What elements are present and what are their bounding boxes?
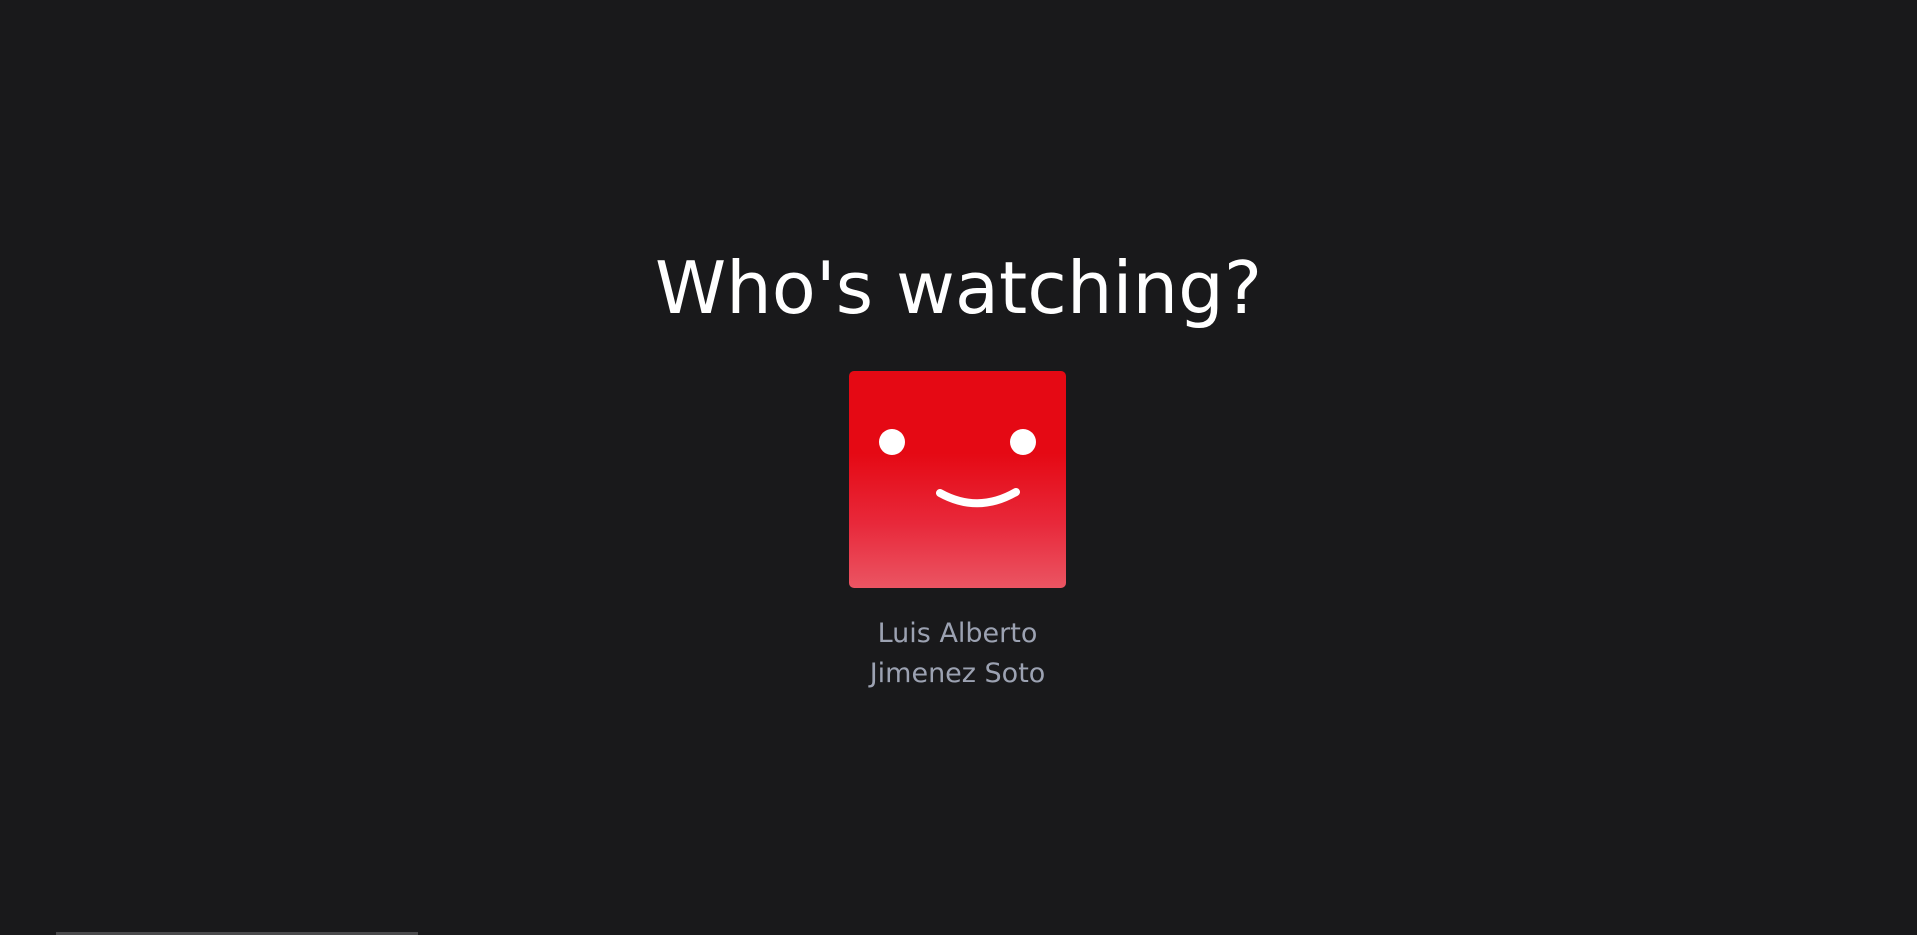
page-title: Who's watching? xyxy=(654,246,1263,330)
profile-avatar[interactable] xyxy=(849,371,1066,588)
smiley-face-icon xyxy=(879,429,1036,508)
profile-card[interactable]: Luis Alberto Jimenez Soto xyxy=(849,371,1066,694)
profile-name[interactable]: Luis Alberto Jimenez Soto xyxy=(849,614,1066,694)
profile-select-page: Who's watching? Luis Alberto Jimenez Sot… xyxy=(0,0,1917,935)
